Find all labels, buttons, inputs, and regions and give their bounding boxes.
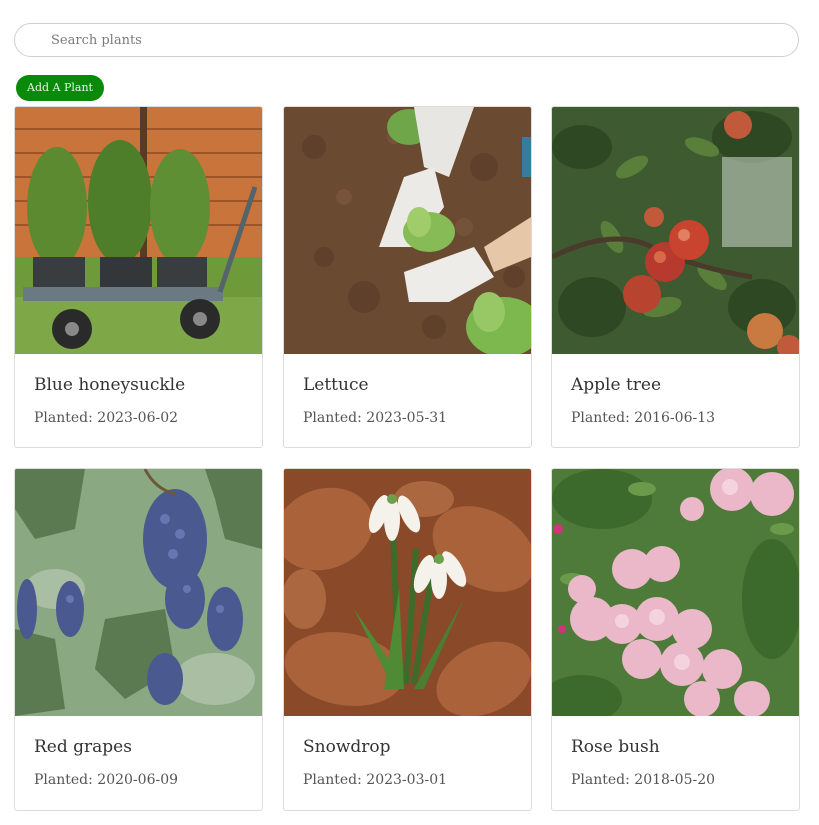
plants-page: Add A Plant xyxy=(0,0,819,825)
grape-clusters-photo xyxy=(15,469,262,716)
plant-photo xyxy=(15,107,262,354)
plant-card[interactable]: Snowdrop Planted: 2023-03-01 xyxy=(283,468,532,811)
planted-date: Planted: 2023-03-01 xyxy=(303,772,448,788)
plant-card[interactable]: Blue honeysuckle Planted: 2023-06-02 xyxy=(14,106,263,448)
snowdrop-flowers-photo xyxy=(284,469,531,716)
search-bar[interactable] xyxy=(14,23,799,57)
plant-name: Apple tree xyxy=(571,375,662,395)
plant-name: Snowdrop xyxy=(303,737,391,757)
plant-card[interactable]: Rose bush Planted: 2018-05-20 xyxy=(551,468,800,811)
plant-card[interactable]: Lettuce Planted: 2023-05-31 xyxy=(283,106,532,448)
lettuce-seedlings-gloved-hands-photo xyxy=(284,107,531,354)
plant-name: Lettuce xyxy=(303,375,369,395)
planted-date: Planted: 2023-06-02 xyxy=(34,410,179,426)
planted-date: Planted: 2020-06-09 xyxy=(34,772,179,788)
search-input[interactable] xyxy=(51,24,771,56)
plant-photo xyxy=(15,469,262,716)
planted-date: Planted: 2023-05-31 xyxy=(303,410,448,426)
planted-date: Planted: 2016-06-13 xyxy=(571,410,716,426)
plant-card[interactable]: Apple tree Planted: 2016-06-13 xyxy=(551,106,800,448)
add-plant-button[interactable]: Add A Plant xyxy=(16,75,104,101)
plant-photo xyxy=(284,469,531,716)
apples-on-branch-photo xyxy=(552,107,799,354)
planted-date: Planted: 2018-05-20 xyxy=(571,772,716,788)
potted-shrubs-on-cart-photo xyxy=(15,107,262,354)
plant-card[interactable]: Red grapes Planted: 2020-06-09 xyxy=(14,468,263,811)
pink-rose-bush-photo xyxy=(552,469,799,716)
plant-name: Rose bush xyxy=(571,737,660,757)
plant-photo xyxy=(552,107,799,354)
plant-photo xyxy=(284,107,531,354)
plant-photo xyxy=(552,469,799,716)
plant-name: Blue honeysuckle xyxy=(34,375,186,395)
plant-name: Red grapes xyxy=(34,737,132,757)
